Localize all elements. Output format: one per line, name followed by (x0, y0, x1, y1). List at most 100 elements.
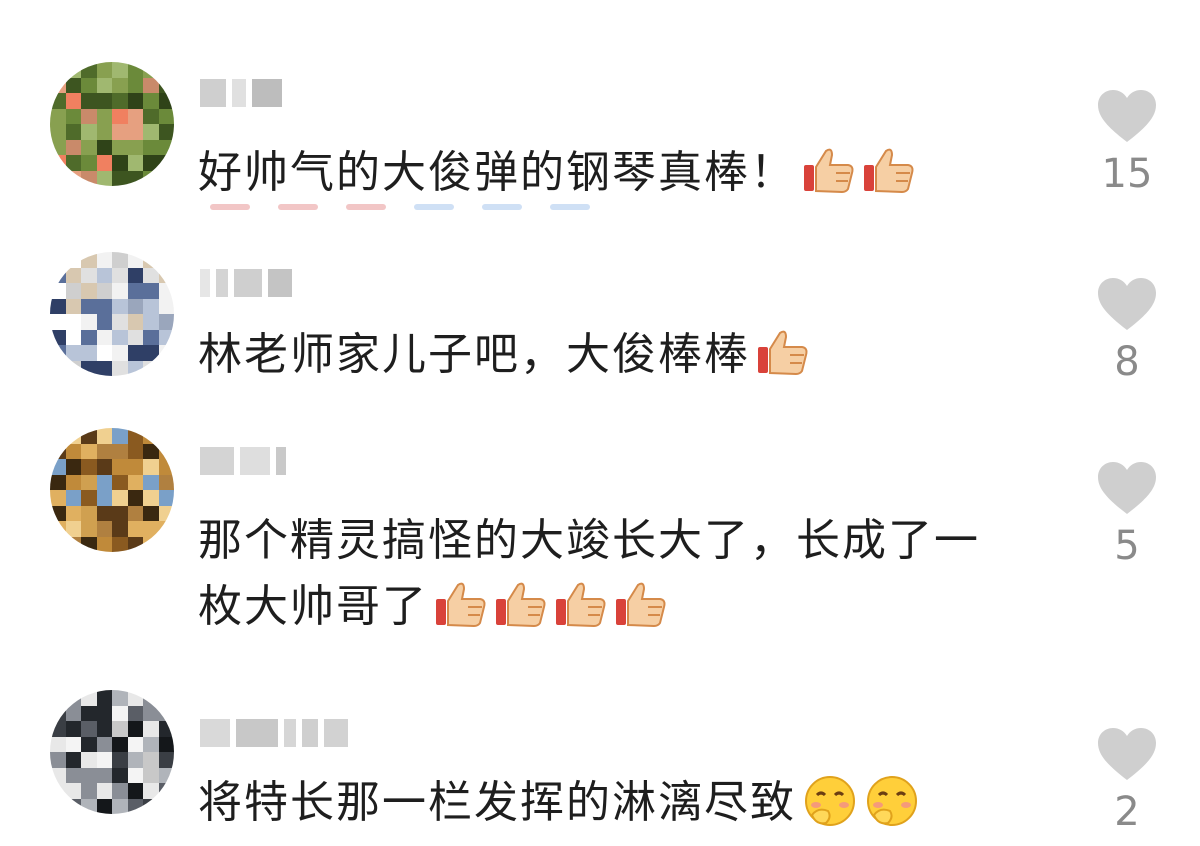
avatar-pixel (158, 752, 174, 768)
avatar-pixel (143, 783, 159, 799)
heart-icon (1098, 278, 1156, 330)
avatar-pixel (65, 252, 81, 268)
avatar-pixel (81, 443, 97, 459)
avatar-pixel (81, 298, 97, 314)
avatar-pixel (112, 690, 128, 706)
avatar-pixel (65, 690, 81, 706)
like-button[interactable]: 8 (1096, 276, 1158, 382)
avatar-pixel (158, 736, 174, 752)
avatar-pixel (65, 108, 81, 124)
avatar-pixel (127, 124, 143, 140)
like-button[interactable]: 15 (1096, 88, 1158, 194)
avatar-pixel (65, 752, 81, 768)
avatar-pixel (158, 798, 174, 814)
avatar[interactable] (50, 252, 174, 376)
avatar-pixel (81, 490, 97, 506)
avatar-pixel (127, 283, 143, 299)
avatar-pixel (96, 721, 112, 737)
avatar-pixel (143, 474, 159, 490)
avatar-pixel (143, 505, 159, 521)
avatar-pixel (50, 443, 66, 459)
avatar-pixel (158, 170, 174, 186)
avatar[interactable] (50, 428, 174, 552)
avatar-pixel (112, 536, 128, 552)
reply-hint-blurred (210, 204, 590, 216)
avatar-pixel (127, 428, 143, 444)
avatar-pixel (112, 705, 128, 721)
avatar-pixel (81, 767, 97, 783)
avatar[interactable] (50, 690, 174, 814)
username-blurred[interactable] (200, 716, 348, 750)
avatar-pixel (143, 93, 159, 109)
avatar-pixel (96, 783, 112, 799)
avatar-pixel (81, 798, 97, 814)
avatar-pixel (143, 767, 159, 783)
avatar-pixel (65, 329, 81, 345)
avatar-pixel (65, 474, 81, 490)
avatar-pixel (96, 736, 112, 752)
avatar-pixel (50, 345, 66, 361)
shy-face-icon (864, 775, 920, 827)
username-blurred[interactable] (200, 76, 282, 110)
heart-icon (1098, 728, 1156, 780)
avatar-pixel (65, 314, 81, 330)
avatar-pixel (65, 62, 81, 78)
avatar-pixel (96, 139, 112, 155)
avatar-pixel (96, 474, 112, 490)
username-blurred[interactable] (200, 444, 286, 478)
avatar-pixel (143, 77, 159, 93)
avatar-pixel (158, 783, 174, 799)
avatar-pixel (50, 252, 66, 268)
avatar-pixel (81, 783, 97, 799)
avatar-pixel (143, 298, 159, 314)
avatar-pixel (50, 474, 66, 490)
avatar-pixel (96, 108, 112, 124)
thumbs-up-icon (554, 580, 608, 628)
avatar-pixel (127, 459, 143, 475)
avatar-pixel (50, 536, 66, 552)
like-button[interactable]: 2 (1096, 726, 1158, 832)
avatar-pixel (96, 252, 112, 268)
avatar-pixel (96, 360, 112, 376)
avatar[interactable] (50, 62, 174, 186)
comment-text: 林老师家儿子吧，大俊棒棒 (198, 322, 1078, 388)
avatar-pixel (112, 736, 128, 752)
avatar-pixel (50, 798, 66, 814)
avatar-pixel (81, 505, 97, 521)
avatar-pixel (50, 490, 66, 506)
avatar-pixel (50, 124, 66, 140)
avatar-pixel (81, 459, 97, 475)
avatar-pixel (158, 283, 174, 299)
avatar-pixel (81, 690, 97, 706)
avatar-pixel (127, 170, 143, 186)
like-button[interactable]: 5 (1096, 460, 1158, 566)
avatar-pixel (158, 521, 174, 537)
avatar-pixel (158, 459, 174, 475)
avatar-pixel (81, 252, 97, 268)
avatar-pixel (81, 536, 97, 552)
avatar-pixel (158, 767, 174, 783)
avatar-pixel (112, 490, 128, 506)
thumbs-up-icon (614, 580, 668, 628)
avatar-pixel (96, 93, 112, 109)
avatar-pixel (81, 721, 97, 737)
avatar-pixel (158, 505, 174, 521)
avatar-pixel (96, 767, 112, 783)
avatar-pixel (96, 536, 112, 552)
avatar-pixel (81, 329, 97, 345)
heart-icon (1098, 462, 1156, 514)
avatar-pixel (143, 736, 159, 752)
avatar-pixel (158, 124, 174, 140)
avatar-pixel (81, 474, 97, 490)
avatar-pixel (127, 77, 143, 93)
username-blurred[interactable] (200, 266, 292, 300)
avatar-pixel (143, 124, 159, 140)
avatar-pixel (96, 428, 112, 444)
avatar-pixel (112, 474, 128, 490)
avatar-pixel (65, 521, 81, 537)
avatar-pixel (143, 443, 159, 459)
avatar-pixel (50, 329, 66, 345)
avatar-pixel (127, 345, 143, 361)
avatar-pixel (50, 267, 66, 283)
avatar-pixel (50, 283, 66, 299)
